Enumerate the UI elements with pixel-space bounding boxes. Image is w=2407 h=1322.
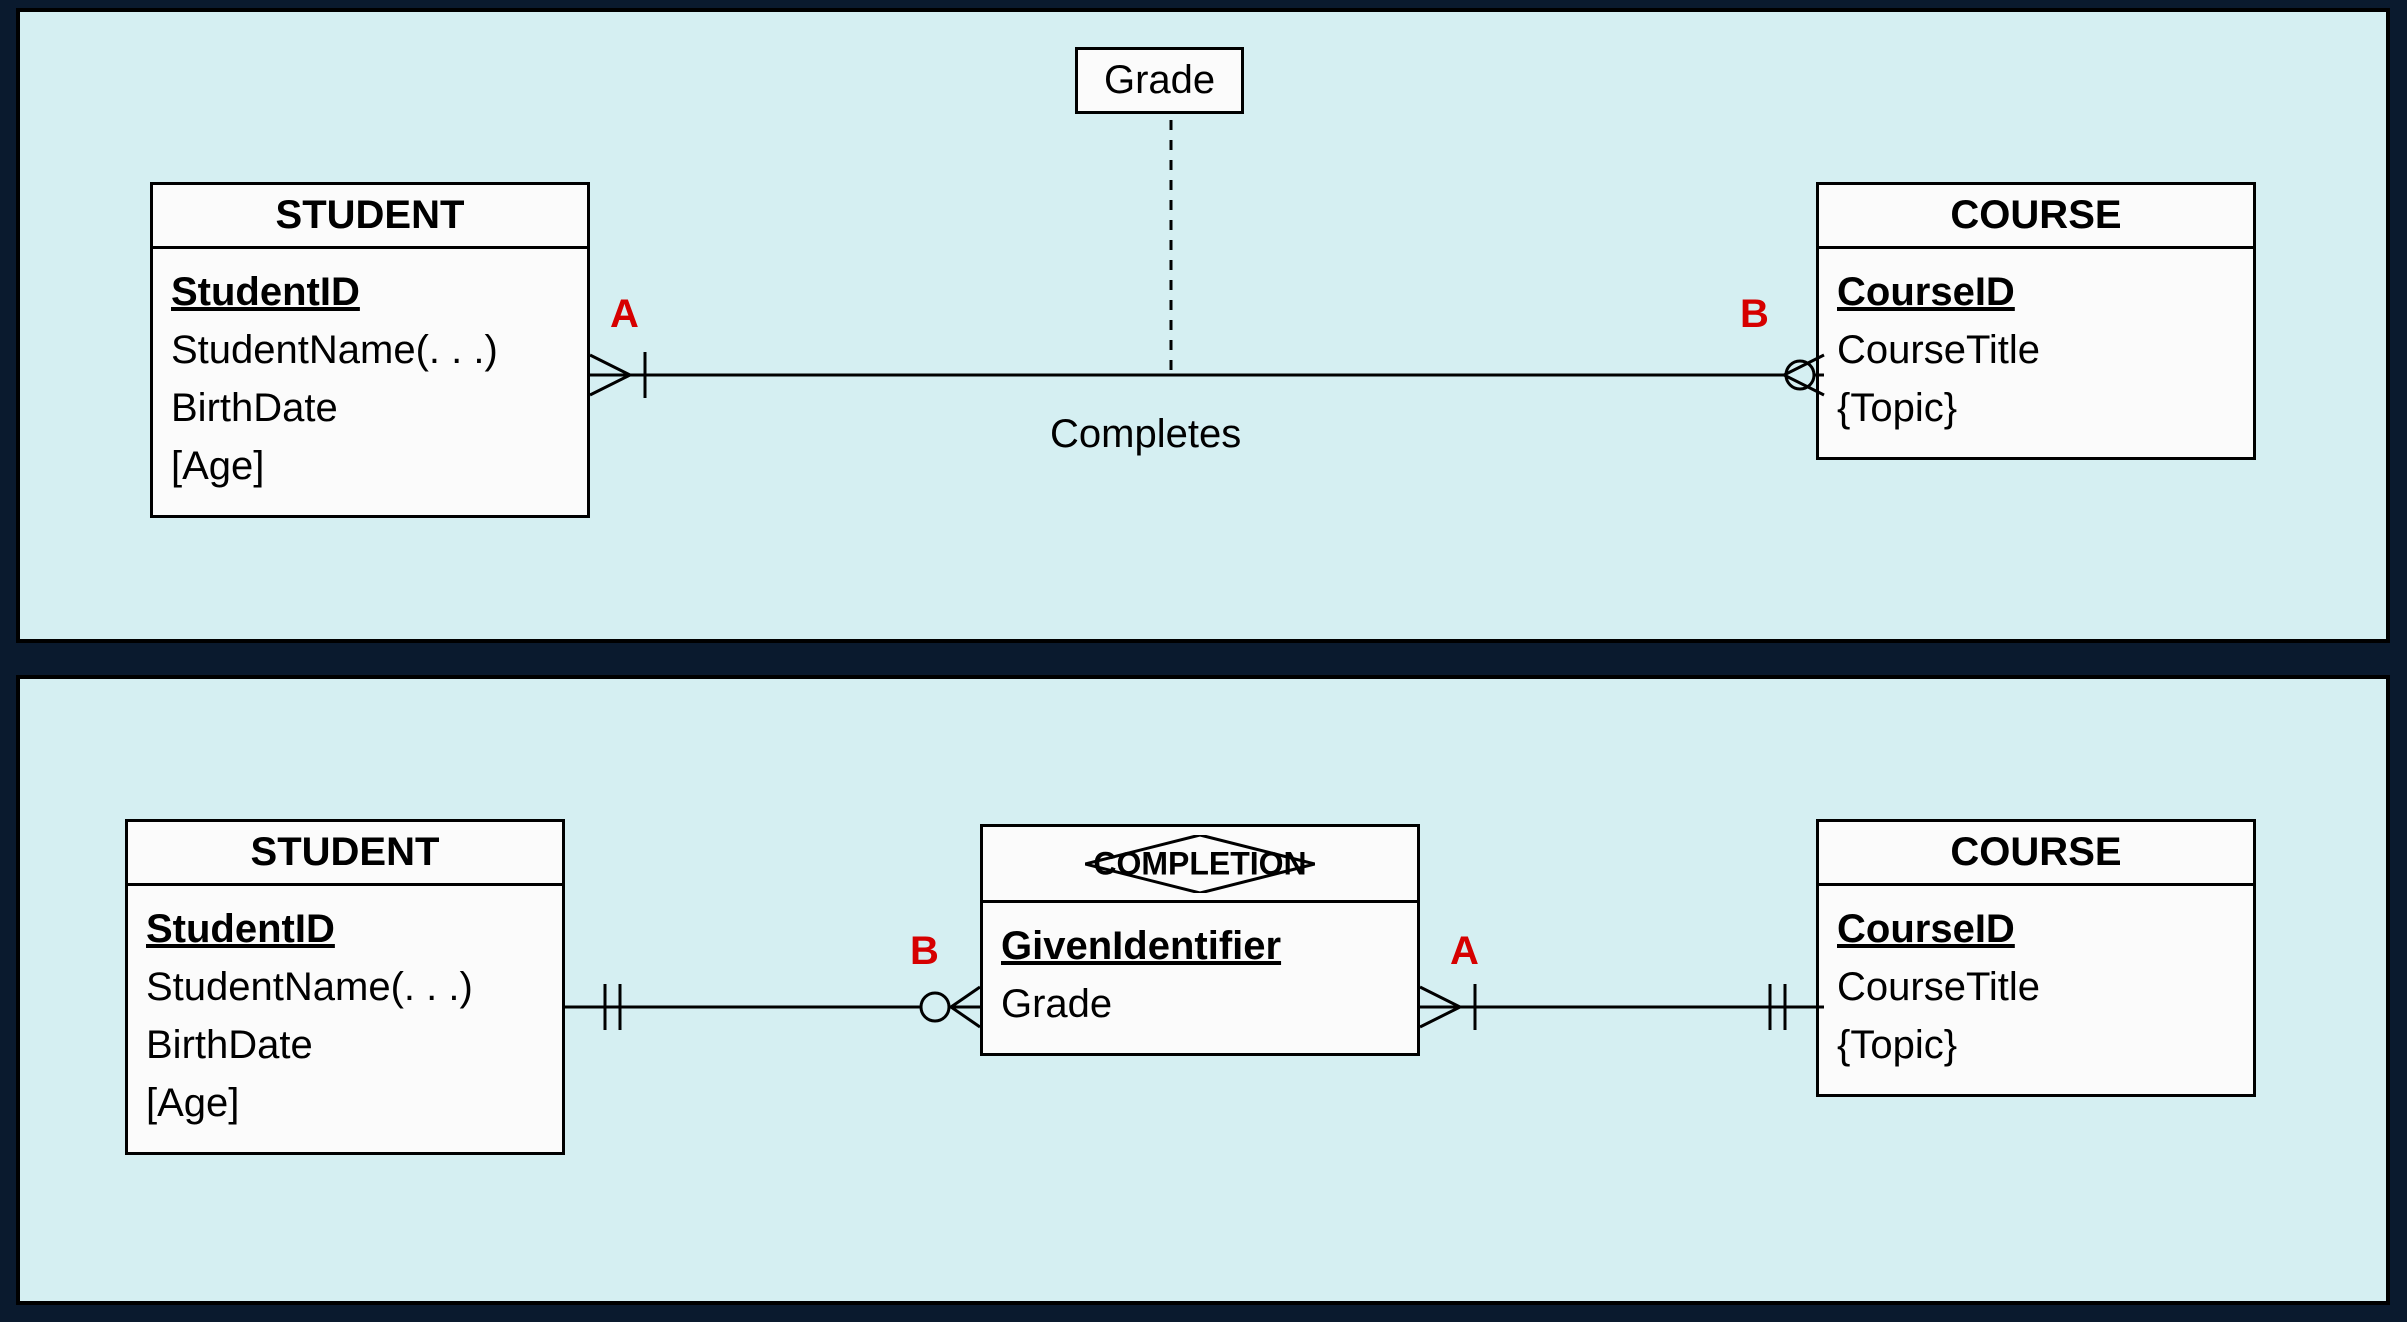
attribute: CourseTitle — [1837, 321, 2235, 379]
entity-attributes: GivenIdentifier Grade — [983, 903, 1417, 1053]
pk-attribute: GivenIdentifier — [1001, 917, 1399, 975]
association-attribute-label: Grade — [1104, 58, 1215, 102]
attribute: Grade — [1001, 975, 1399, 1033]
diagram-panel-bottom: STUDENT StudentID StudentName(. . .) Bir… — [16, 675, 2390, 1305]
associative-entity-completion: COMPLETION GivenIdentifier Grade — [980, 824, 1420, 1056]
association-attribute-box: Grade — [1075, 47, 1244, 114]
relationship-label: Completes — [1050, 412, 1241, 457]
entity-title: COURSE — [1819, 822, 2253, 886]
attribute: StudentName(. . .) — [146, 958, 544, 1016]
entity-title: COURSE — [1819, 185, 2253, 249]
entity-attributes: CourseID CourseTitle {Topic} — [1819, 886, 2253, 1094]
attribute: StudentName(. . .) — [171, 321, 569, 379]
entity-attributes: StudentID StudentName(. . .) BirthDate [… — [128, 886, 562, 1152]
diagram-panel-top: STUDENT StudentID StudentName(. . .) Bir… — [16, 8, 2390, 643]
entity-course: COURSE CourseID CourseTitle {Topic} — [1816, 182, 2256, 460]
entity-student: STUDENT StudentID StudentName(. . .) Bir… — [150, 182, 590, 518]
associative-entity-title: COMPLETION — [1093, 845, 1306, 882]
entity-attributes: CourseID CourseTitle {Topic} — [1819, 249, 2253, 457]
pk-attribute: CourseID — [1837, 263, 2235, 321]
pk-attribute: CourseID — [1837, 900, 2235, 958]
entity-attributes: StudentID StudentName(. . .) BirthDate [… — [153, 249, 587, 515]
associative-entity-header: COMPLETION — [983, 827, 1417, 903]
cardinality-marker-a: A — [1450, 929, 1479, 974]
attribute: BirthDate — [146, 1016, 544, 1074]
pk-attribute: StudentID — [171, 263, 569, 321]
relationship-line-left — [565, 1004, 980, 1014]
attribute: {Topic} — [1837, 379, 2235, 437]
attribute: [Age] — [171, 437, 569, 495]
attribute: [Age] — [146, 1074, 544, 1132]
cardinality-marker-b: B — [1740, 292, 1769, 337]
entity-title: STUDENT — [153, 185, 587, 249]
entity-student: STUDENT StudentID StudentName(. . .) Bir… — [125, 819, 565, 1155]
cardinality-marker-a: A — [610, 292, 639, 337]
relationship-line — [590, 372, 1824, 382]
pk-attribute: StudentID — [146, 900, 544, 958]
entity-title: STUDENT — [128, 822, 562, 886]
association-dashed-line — [1168, 120, 1178, 376]
cardinality-marker-b: B — [910, 929, 939, 974]
attribute: BirthDate — [171, 379, 569, 437]
attribute: {Topic} — [1837, 1016, 2235, 1074]
relationship-line-right — [1420, 1004, 1824, 1014]
entity-course: COURSE CourseID CourseTitle {Topic} — [1816, 819, 2256, 1097]
attribute: CourseTitle — [1837, 958, 2235, 1016]
